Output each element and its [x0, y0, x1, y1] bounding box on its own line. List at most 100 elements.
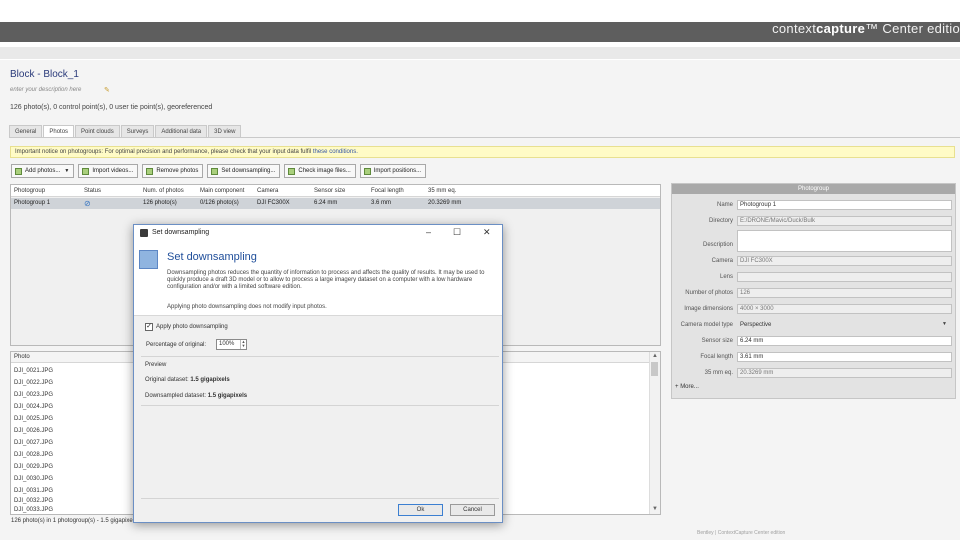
- column-header[interactable]: Num. of photos: [143, 185, 184, 197]
- spinbox-arrows-icon[interactable]: ▲ ▼: [240, 340, 246, 349]
- dialog-separator: [141, 405, 499, 406]
- list-item[interactable]: DJI_0025.JPG: [14, 416, 53, 422]
- downsampled-dataset-line: Downsampled dataset: 1.5 gigapixels: [145, 393, 248, 399]
- check-icon: [288, 167, 296, 175]
- list-item[interactable]: DJI_0026.JPG: [14, 428, 53, 434]
- lens-field: [737, 272, 952, 282]
- add-photos-button[interactable]: Add photos... ▼: [11, 164, 75, 178]
- dialog-separator: [141, 356, 499, 357]
- property-label: Sensor size: [701, 338, 733, 344]
- apply-downsampling-label[interactable]: Apply photo downsampling: [156, 324, 228, 330]
- tab-photos[interactable]: Photos: [43, 125, 75, 137]
- directory-field: E:/DRONE/Mavic/Duck/Bulk: [737, 216, 952, 226]
- block-description[interactable]: enter your description here: [10, 87, 81, 93]
- notice-text: Important notice on photogroups: For opt…: [15, 149, 312, 155]
- table-cell: 6.24 mm: [314, 200, 338, 206]
- column-header[interactable]: Status: [84, 185, 101, 197]
- chevron-down-icon[interactable]: ▼: [942, 321, 947, 327]
- camera-field: DJI FC300X: [737, 256, 952, 266]
- ok-button[interactable]: Ok: [398, 504, 443, 516]
- photogroups-table-header: Photogroup Status Num. of photos Main co…: [11, 185, 660, 197]
- import-positions-button[interactable]: Import positions...: [359, 164, 427, 178]
- footer-watermark: Bentley | ContextCapture Center edition: [697, 530, 786, 536]
- camera-model-type-select[interactable]: Perspective: [737, 320, 952, 330]
- property-label: Lens: [719, 274, 733, 280]
- list-item[interactable]: DJI_0022.JPG: [14, 380, 53, 386]
- block-title: Block - Block_1: [10, 69, 79, 80]
- list-item[interactable]: DJI_0030.JPG: [14, 476, 53, 482]
- description-field[interactable]: [737, 230, 952, 252]
- set-downsampling-button[interactable]: Set downsampling...: [207, 164, 281, 178]
- tab-divider: [9, 137, 960, 138]
- positions-icon: [363, 167, 371, 175]
- percentage-label: Percentage of original:: [146, 342, 207, 348]
- list-item[interactable]: DJI_0021.JPG: [14, 368, 53, 374]
- close-icon[interactable]: ✕: [483, 228, 491, 237]
- tab-3d-view[interactable]: 3D view: [208, 125, 242, 137]
- list-item[interactable]: DJI_0028.JPG: [14, 452, 53, 458]
- cancel-button[interactable]: Cancel: [450, 504, 495, 516]
- column-header[interactable]: Photogroup: [14, 185, 45, 197]
- block-summary: 126 photo(s), 0 control point(s), 0 user…: [10, 104, 213, 111]
- 35mm-eq-field: 20.3269 mm: [737, 368, 952, 378]
- property-label: Camera: [711, 258, 733, 264]
- list-item[interactable]: DJI_0033.JPG: [14, 507, 53, 513]
- focal-length-field[interactable]: 3.61 mm: [737, 352, 952, 362]
- list-item[interactable]: DJI_0032.JPG: [14, 498, 53, 504]
- photos-toolbar: Add photos... ▼ Import videos... Remove p…: [11, 164, 430, 178]
- import-videos-button[interactable]: Import videos...: [78, 164, 139, 178]
- list-item[interactable]: DJI_0023.JPG: [14, 392, 53, 398]
- tab-point-clouds[interactable]: Point clouds: [75, 125, 120, 137]
- table-cell: Photogroup 1: [14, 200, 51, 206]
- property-label: Description: [702, 242, 733, 248]
- list-item[interactable]: DJI_0029.JPG: [14, 464, 53, 470]
- property-label: Image dimensions: [684, 306, 733, 312]
- property-label: Camera model type: [680, 322, 733, 328]
- property-label: Number of photos: [685, 290, 733, 296]
- photo-list-scrollbar[interactable]: [649, 352, 660, 514]
- scroll-down-icon[interactable]: ▼: [652, 506, 658, 512]
- tab-surveys[interactable]: Surveys: [120, 125, 155, 137]
- remove-photos-icon: [146, 167, 154, 175]
- column-header[interactable]: Main component: [200, 185, 244, 197]
- more-properties-toggle[interactable]: + More...: [675, 384, 699, 390]
- plus-icon: +: [675, 384, 679, 390]
- list-item[interactable]: DJI_0031.JPG: [14, 488, 53, 494]
- maximize-icon[interactable]: ☐: [453, 228, 461, 237]
- dialog-description: Downsampling photos reduces the quantity…: [167, 270, 485, 290]
- name-field[interactable]: Photogroup 1: [737, 200, 952, 210]
- column-header[interactable]: Focal length: [371, 185, 404, 197]
- remove-photos-button[interactable]: Remove photos: [142, 164, 204, 178]
- scrollbar-thumb[interactable]: [651, 362, 658, 376]
- product-logo: contextcapture™ Center editio: [772, 21, 960, 36]
- image-dimensions-field: 4000 × 3000: [737, 304, 952, 314]
- photogroup-notice: Important notice on photogroups: For opt…: [10, 146, 955, 158]
- column-header[interactable]: Sensor size: [314, 185, 345, 197]
- tab-additional-data[interactable]: Additional data: [155, 125, 208, 137]
- notice-link[interactable]: these conditions.: [313, 149, 358, 155]
- downsampling-icon: [139, 250, 158, 269]
- minimize-icon[interactable]: –: [426, 228, 431, 237]
- apply-downsampling-checkbox[interactable]: ✓: [145, 323, 153, 331]
- number-of-photos-field: 126: [737, 288, 952, 298]
- dialog-heading: Set downsampling: [167, 251, 257, 263]
- table-cell: 20.3269 mm: [428, 200, 462, 206]
- sensor-size-field[interactable]: 6.24 mm: [737, 336, 952, 346]
- property-label: Directory: [708, 218, 733, 224]
- dialog-note: Applying photo downsampling does not mod…: [167, 304, 327, 310]
- dropdown-caret-icon[interactable]: ▼: [64, 165, 69, 177]
- check-image-files-button[interactable]: Check image files...: [284, 164, 356, 178]
- list-item[interactable]: DJI_0024.JPG: [14, 404, 53, 410]
- status-ok-icon: ⊘: [84, 199, 91, 208]
- table-cell: 0/126 photo(s): [200, 200, 239, 206]
- column-header[interactable]: 35 mm eq.: [428, 185, 456, 197]
- property-label: Focal length: [700, 354, 733, 360]
- property-label: 35 mm eq.: [704, 370, 733, 376]
- edit-pencil-icon[interactable]: ✎: [104, 86, 110, 94]
- tab-general[interactable]: General: [9, 125, 43, 137]
- scroll-up-icon[interactable]: ▲: [652, 353, 658, 359]
- column-header[interactable]: Camera: [257, 185, 278, 197]
- list-item[interactable]: DJI_0027.JPG: [14, 440, 53, 446]
- dialog-separator: [141, 498, 499, 499]
- table-row[interactable]: Photogroup 1 ⊘ 126 photo(s) 0/126 photo(…: [11, 198, 660, 209]
